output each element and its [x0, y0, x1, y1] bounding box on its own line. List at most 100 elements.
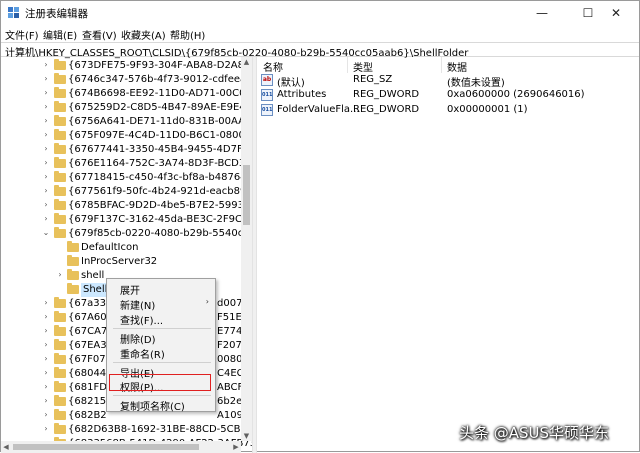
ctx-copy-key-name[interactable]: 复制项名称(C)	[107, 397, 215, 413]
folder-icon	[67, 269, 79, 280]
value-row-attributes[interactable]: 011 Attributes REG_DWORD 0xa0600000 (269…	[257, 88, 639, 103]
menu-favorites[interactable]: 收藏夹(A)	[121, 27, 166, 42]
tree-item-clsid[interactable]: › {6785BFAC-9D2D-4be5-B7E2-59937E8I	[1, 199, 252, 213]
expand-chevron-icon[interactable]: ›	[42, 200, 50, 209]
value-data: (数值未设置)	[447, 78, 505, 89]
folder-icon	[54, 199, 66, 210]
value-data: 0xa0600000 (2690646016)	[447, 89, 585, 100]
tree-item-clsid[interactable]: › {67677441-3350-45B4-9455-4D7F4A50	[1, 143, 252, 157]
expand-chevron-icon[interactable]: ›	[42, 410, 50, 419]
folder-icon	[54, 129, 66, 140]
tree-item-label: {67718415-c450-4f3c-bf8a-b487642dc	[68, 172, 252, 183]
ctx-expand[interactable]: 展开	[107, 281, 215, 297]
tree-horizontal-scrollbar[interactable]: ◀ ▶	[1, 441, 241, 453]
expand-chevron-icon[interactable]: ›	[42, 340, 50, 349]
column-divider[interactable]	[347, 57, 348, 73]
expand-chevron-icon[interactable]: ›	[42, 172, 50, 181]
expand-chevron-icon[interactable]: ›	[42, 354, 50, 363]
value-row-default[interactable]: ab (默认) REG_SZ (数值未设置)	[257, 73, 639, 89]
column-header-name[interactable]: 名称	[263, 59, 283, 74]
tree-item-label: {67EA3	[68, 340, 107, 351]
expand-chevron-icon[interactable]: ›	[42, 88, 50, 97]
expand-chevron-icon[interactable]: ›	[42, 74, 50, 83]
expand-chevron-icon[interactable]: ›	[42, 60, 50, 69]
tree-item-label: shell	[81, 270, 105, 281]
expand-chevron-icon[interactable]: ›	[56, 270, 64, 279]
ctx-find[interactable]: 查找(F)...	[107, 311, 215, 327]
tree-item-label: {67CA7	[68, 326, 108, 337]
column-header-type[interactable]: 类型	[353, 59, 373, 74]
folder-icon	[54, 143, 66, 154]
expand-chevron-icon[interactable]: ›	[42, 116, 50, 125]
tree-item-clsid[interactable]: › {675259D2-C8D5-4B47-89AE-E9E44C0	[1, 101, 252, 115]
tree-item-clsid[interactable]: › {674B6698-EE92-11D0-AD71-00C04FD8	[1, 87, 252, 101]
title-bar[interactable]: 注册表编辑器 — ☐ ✕	[1, 1, 639, 25]
folder-icon	[54, 59, 66, 70]
tree-item-clsid[interactable]: › {6746c347-576b-4f73-9012-cdfeea251	[1, 73, 252, 87]
expand-chevron-icon[interactable]: ›	[42, 144, 50, 153]
ctx-delete-label: 删除(D)	[120, 335, 156, 346]
tree-item-clsid[interactable]: ⌄ {679f85cb-0220-4080-b29b-5540cc05a	[1, 227, 252, 241]
tree-item-label: {67A60	[68, 312, 107, 323]
submenu-arrow-icon: ›	[205, 297, 209, 306]
tree-item-label: {679f85cb-0220-4080-b29b-5540cc05a	[68, 228, 252, 239]
expand-chevron-icon[interactable]: ›	[42, 368, 50, 377]
tree-item-label: DefaultIcon	[81, 242, 139, 253]
expand-chevron-icon[interactable]: ›	[42, 326, 50, 335]
tree-item-clsid[interactable]: › {675F097E-4C4D-11D0-B6C1-0800091A	[1, 129, 252, 143]
column-header-data[interactable]: 数据	[447, 59, 467, 74]
ctx-delete[interactable]: 删除(D)	[107, 330, 215, 346]
expand-chevron-icon[interactable]: ›	[42, 186, 50, 195]
value-row-foldervalueflags[interactable]: 011 FolderValueFla... REG_DWORD 0x000000…	[257, 103, 639, 118]
tree-item-clsid[interactable]: › {682D63B8-1692-31BE-88CD-5CB1F79E	[1, 423, 252, 437]
folder-icon	[54, 73, 66, 84]
ctx-expand-label: 展开	[120, 286, 140, 297]
collapse-chevron-icon[interactable]: ⌄	[42, 228, 50, 237]
ctx-separator	[113, 362, 211, 363]
scroll-left-arrow-icon[interactable]: ◀	[1, 441, 11, 453]
tree-item-clsid[interactable]: › {673DFE75-9F93-304F-ABA8-D2A86BA	[1, 59, 252, 73]
scroll-up-arrow-icon[interactable]: ▲	[241, 57, 252, 67]
tree-item-defaulticon[interactable]: DefaultIcon	[1, 241, 241, 255]
address-bar[interactable]: 计算机\HKEY_CLASSES_ROOT\CLSID\{679f85cb-02…	[1, 42, 639, 59]
tree-item-clsid[interactable]: › {6756A641-DE71-11d0-831B-00AA005	[1, 115, 252, 129]
tree-item-inprocserver32[interactable]: InProcServer32	[1, 255, 241, 269]
tree-item-clsid[interactable]: › {676E1164-752C-3A74-8D3F-BCD32A2	[1, 157, 252, 171]
folder-icon	[54, 339, 66, 350]
expand-chevron-icon[interactable]: ›	[42, 102, 50, 111]
tree-hscroll-thumb[interactable]	[13, 444, 199, 450]
value-type: REG_DWORD	[353, 104, 420, 115]
menu-edit[interactable]: 编辑(E)	[43, 27, 77, 42]
scroll-right-arrow-icon[interactable]: ▶	[231, 441, 241, 453]
folder-icon	[54, 381, 66, 392]
scroll-down-arrow-icon[interactable]: ▼	[241, 431, 252, 441]
expand-chevron-icon[interactable]: ›	[42, 214, 50, 223]
tree-item-clsid[interactable]: › {677561f9-50fc-4b24-921d-eacb89706	[1, 185, 252, 199]
tree-scroll-thumb[interactable]	[243, 165, 250, 225]
menu-file[interactable]: 文件(F)	[5, 27, 39, 42]
ctx-rename[interactable]: 重命名(R)	[107, 345, 215, 361]
folder-icon	[67, 255, 79, 266]
folder-icon	[54, 395, 66, 406]
tree-item-label: {677561f9-50fc-4b24-921d-eacb89706	[68, 186, 252, 197]
expand-chevron-icon[interactable]: ›	[42, 312, 50, 321]
column-divider[interactable]	[441, 57, 442, 73]
expand-chevron-icon[interactable]: ›	[42, 396, 50, 405]
expand-chevron-icon[interactable]: ›	[42, 424, 50, 433]
menu-help[interactable]: 帮助(H)	[170, 27, 205, 42]
close-button[interactable]: ✕	[593, 1, 639, 25]
window-title: 注册表编辑器	[25, 8, 88, 20]
expand-chevron-icon[interactable]: ›	[42, 130, 50, 139]
ctx-new[interactable]: 新建(N) ›	[107, 296, 215, 312]
tree-item-clsid[interactable]: › {679F137C-3162-45da-BE3C-2F9C3D09	[1, 213, 252, 227]
tree-item-label: {679F137C-3162-45da-BE3C-2F9C3D09	[68, 214, 252, 225]
expand-chevron-icon[interactable]: ›	[42, 158, 50, 167]
permissions-highlight-box	[109, 374, 211, 391]
minimize-button[interactable]: —	[519, 1, 565, 25]
tree-vertical-scrollbar[interactable]: ▲ ▼	[241, 57, 252, 441]
tree-item-clsid[interactable]: › {67718415-c450-4f3c-bf8a-b487642dc	[1, 171, 252, 185]
menu-view[interactable]: 查看(V)	[82, 27, 117, 42]
expand-chevron-icon[interactable]: ›	[42, 298, 50, 307]
value-name: (默认)	[277, 78, 305, 89]
expand-chevron-icon[interactable]: ›	[42, 382, 50, 391]
